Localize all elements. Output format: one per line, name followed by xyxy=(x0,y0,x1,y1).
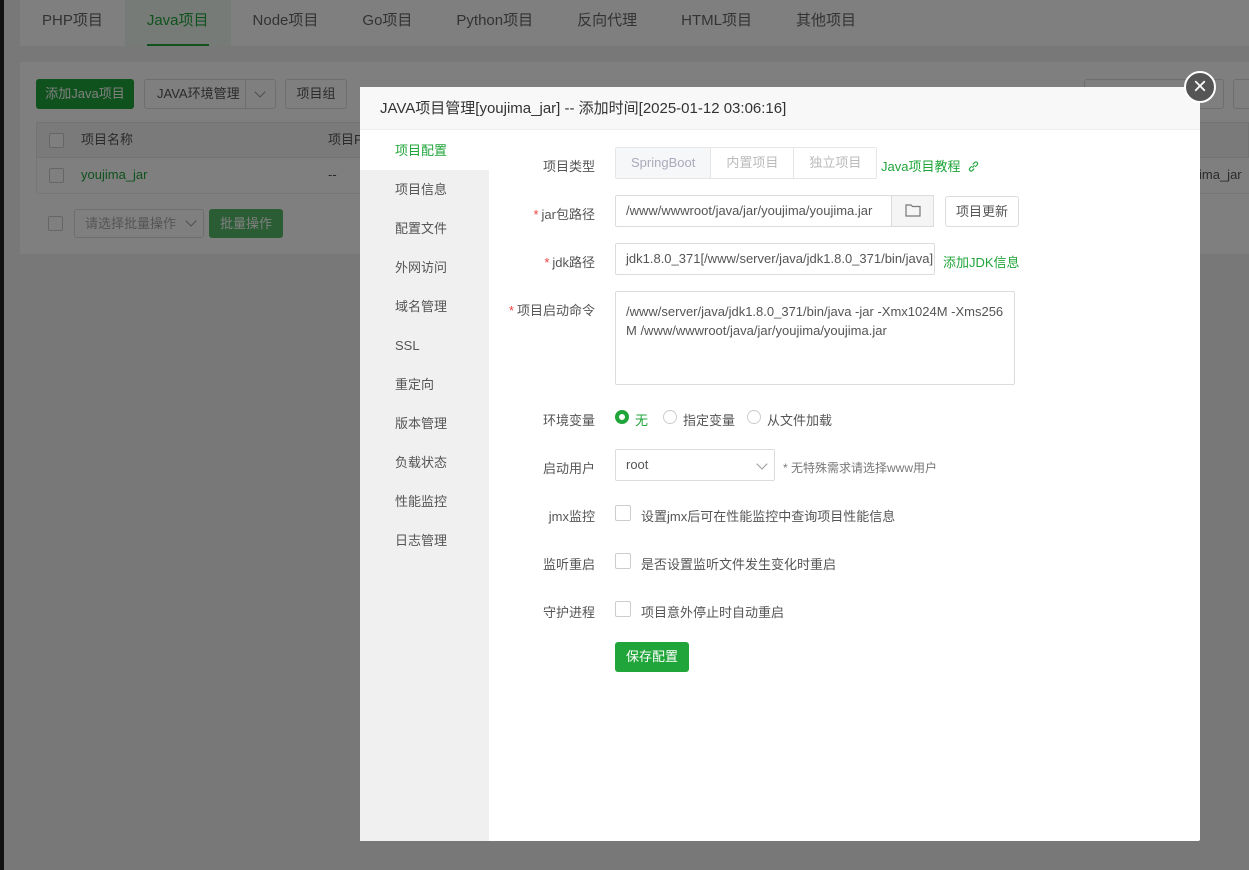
env-specify-radio[interactable] xyxy=(663,410,677,424)
java-tutorial-text: Java项目教程 xyxy=(881,159,961,174)
env-var-label: 环境变量 xyxy=(542,413,595,428)
jar-path-label-text: jar包路径 xyxy=(541,207,595,222)
env-file-radio[interactable] xyxy=(747,410,761,424)
project-type-segment: SpringBoot 内置项目 独立项目 xyxy=(615,147,878,179)
sidebar-item-domain[interactable]: 域名管理 xyxy=(360,287,489,326)
sidebar-item-project-config[interactable]: 项目配置 xyxy=(360,131,489,170)
type-option-builtin[interactable]: 内置项目 xyxy=(711,148,795,178)
env-specify-label: 指定变量 xyxy=(683,413,736,428)
chevron-down-icon xyxy=(756,458,768,470)
type-option-standalone[interactable]: 独立项目 xyxy=(794,148,877,178)
required-mark: * xyxy=(544,255,550,270)
jar-path-label: * jar包路径 xyxy=(489,204,595,223)
project-update-button[interactable]: 项目更新 xyxy=(945,196,1019,227)
daemon-checkbox[interactable] xyxy=(615,601,631,617)
run-user-select[interactable]: root xyxy=(615,449,775,481)
sidebar-item-performance[interactable]: 性能监控 xyxy=(360,482,489,521)
sidebar-item-project-info[interactable]: 项目信息 xyxy=(360,170,489,209)
jdk-path-label: * jdk路径 xyxy=(489,252,595,271)
required-mark: * xyxy=(508,303,514,318)
start-command-textarea[interactable]: /www/server/java/jdk1.8.0_371/bin/java -… xyxy=(615,291,1015,385)
required-mark: * xyxy=(533,207,539,222)
jdk-path-label-text: jdk路径 xyxy=(552,255,595,270)
run-user-hint: * 无特殊需求请选择www用户 xyxy=(783,461,938,475)
daemon-description: 项目意外停止时自动重启 xyxy=(641,605,785,620)
project-config-form: 项目类型 SpringBoot 内置项目 独立项目 Java项目教程 * jar包… xyxy=(489,131,1200,841)
save-config-button[interactable]: 保存配置 xyxy=(615,642,689,672)
watch-restart-checkbox[interactable] xyxy=(615,553,631,569)
jmx-description: 设置jmx后可在性能监控中查询项目性能信息 xyxy=(641,509,896,524)
jdk-path-select[interactable]: jdk1.8.0_371[/www/server/java/jdk1.8.0_3… xyxy=(615,243,935,275)
sidebar-item-redirect[interactable]: 重定向 xyxy=(360,365,489,404)
folder-icon[interactable] xyxy=(891,195,934,227)
sidebar-item-version[interactable]: 版本管理 xyxy=(360,404,489,443)
watch-restart-label: 监听重启 xyxy=(542,557,595,572)
sidebar-item-ssl[interactable]: SSL xyxy=(360,326,489,365)
env-file-label: 从文件加载 xyxy=(767,413,833,428)
jmx-checkbox[interactable] xyxy=(615,505,631,521)
watch-restart-description: 是否设置监听文件发生变化时重启 xyxy=(641,557,837,572)
sidebar-item-logs[interactable]: 日志管理 xyxy=(360,521,489,560)
daemon-label: 守护进程 xyxy=(542,605,595,620)
type-label: 项目类型 xyxy=(542,159,595,174)
jar-path-input[interactable]: /www/wwwroot/java/jar/youjima/youjima.ja… xyxy=(615,195,892,227)
close-icon[interactable]: × xyxy=(1184,71,1216,103)
type-option-springboot[interactable]: SpringBoot xyxy=(616,148,712,178)
java-tutorial-link[interactable]: Java项目教程 xyxy=(881,156,980,175)
env-none-radio[interactable] xyxy=(615,410,629,424)
run-user-label: 启动用户 xyxy=(542,461,595,476)
modal-title: JAVA项目管理[youjima_jar] -- 添加时间[2025-01-12… xyxy=(360,87,1200,130)
folder-glyph xyxy=(904,204,921,217)
env-none-label: 无 xyxy=(635,413,649,428)
java-project-modal: JAVA项目管理[youjima_jar] -- 添加时间[2025-01-12… xyxy=(360,87,1200,841)
sidebar-item-config-file[interactable]: 配置文件 xyxy=(360,209,489,248)
sidebar-item-load-status[interactable]: 负载状态 xyxy=(360,443,489,482)
start-command-label: * 项目启动命令 xyxy=(489,300,595,319)
modal-sidebar: 项目配置 项目信息 配置文件 外网访问 域名管理 SSL 重定向 版本管理 负载… xyxy=(360,131,489,841)
jmx-label: jmx监控 xyxy=(548,509,595,524)
add-jdk-link[interactable]: 添加JDK信息 xyxy=(943,252,1020,271)
run-user-value: root xyxy=(626,457,649,472)
sidebar-item-external-access[interactable]: 外网访问 xyxy=(360,248,489,287)
start-command-label-text: 项目启动命令 xyxy=(516,303,595,318)
link-icon xyxy=(968,161,979,172)
